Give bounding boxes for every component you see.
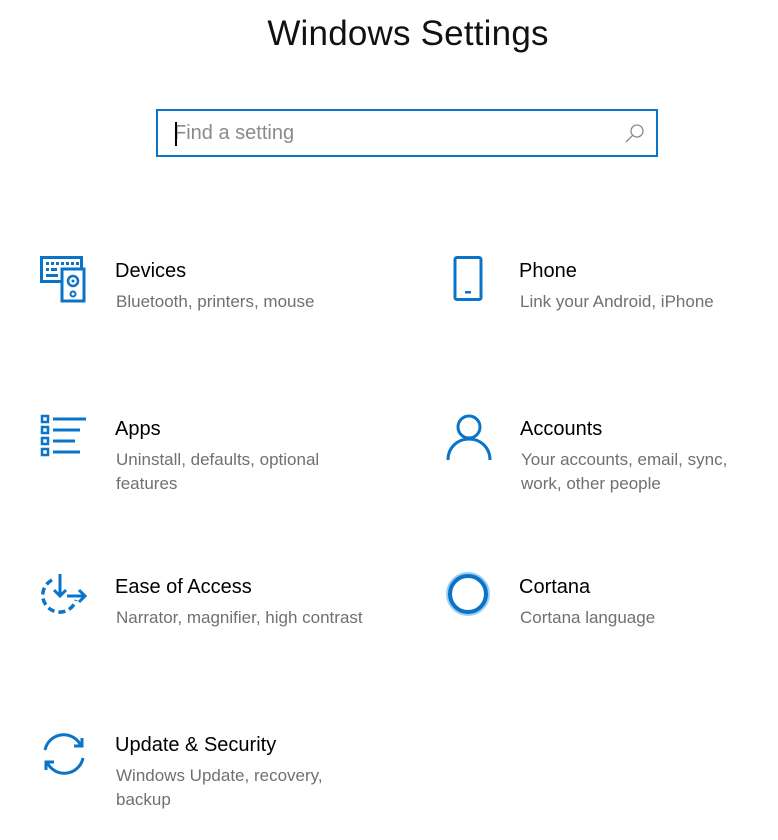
search-box[interactable] bbox=[156, 109, 658, 157]
page-title: Windows Settings bbox=[267, 14, 549, 53]
tile-description: Narrator, magnifier, high contrast bbox=[116, 608, 363, 627]
devices-icon bbox=[40, 256, 86, 303]
tile-name: Devices bbox=[115, 260, 187, 282]
tile-name: Update & Security bbox=[115, 734, 277, 756]
search-icon[interactable] bbox=[624, 122, 646, 144]
tile-description: Cortana language bbox=[520, 608, 656, 627]
apps-icon bbox=[40, 414, 86, 457]
ease-of-access-icon bbox=[41, 574, 88, 614]
tile-description: Uninstall, defaults, optional features bbox=[116, 450, 320, 493]
cortana-icon bbox=[446, 572, 490, 616]
text-caret bbox=[175, 122, 177, 146]
tile-name: Apps bbox=[115, 418, 161, 440]
tile-devices[interactable]: Devices Bluetooth, printers, mouse bbox=[40, 256, 370, 366]
tile-description: Your accounts, email, sync, work, other … bbox=[521, 450, 728, 493]
update-sync-icon bbox=[43, 733, 85, 775]
tile-update-security[interactable]: Update & Security Windows Update, recove… bbox=[40, 730, 370, 840]
tile-name: Cortana bbox=[519, 576, 591, 598]
tile-apps[interactable]: Apps Uninstall, defaults, optional featu… bbox=[40, 414, 370, 524]
tile-description: Bluetooth, printers, mouse bbox=[116, 292, 315, 311]
tile-description: Windows Update, recovery, backup bbox=[116, 766, 323, 809]
person-icon bbox=[446, 414, 492, 461]
tile-cortana[interactable]: Cortana Cortana language bbox=[444, 572, 774, 682]
tile-name: Phone bbox=[519, 260, 577, 282]
tile-name: Accounts bbox=[520, 418, 603, 440]
tile-accounts[interactable]: Accounts Your accounts, email, sync, wor… bbox=[445, 414, 775, 524]
tile-name: Ease of Access bbox=[115, 576, 252, 598]
phone-icon bbox=[453, 256, 483, 301]
tile-ease-of-access[interactable]: Ease of Access Narrator, magnifier, high… bbox=[40, 572, 370, 682]
tile-description: Link your Android, iPhone bbox=[520, 292, 714, 311]
tile-phone[interactable]: Phone Link your Android, iPhone bbox=[444, 256, 774, 366]
search-input[interactable] bbox=[174, 111, 614, 155]
